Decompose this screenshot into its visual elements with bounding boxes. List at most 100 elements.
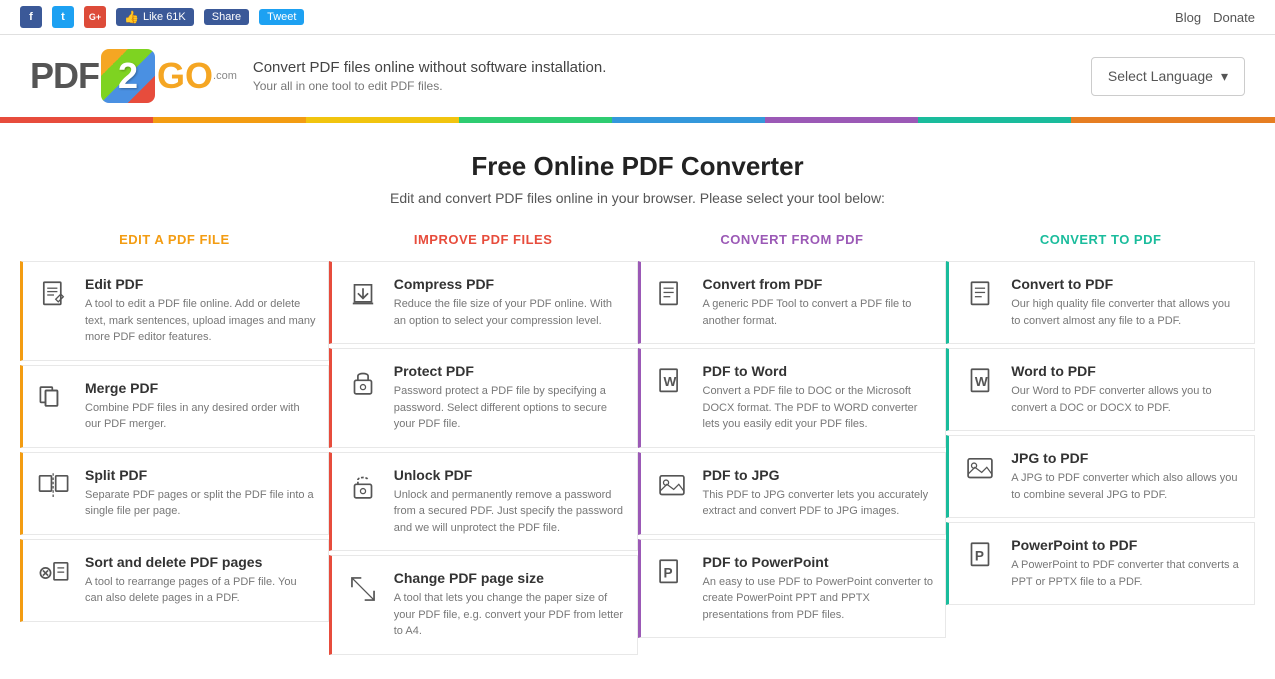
tool-card-from-0[interactable]: Convert from PDF A generic PDF Tool to co…: [638, 261, 947, 344]
site-logo[interactable]: PDF 2 GO .com: [30, 49, 237, 103]
tool-info: Convert from PDF A generic PDF Tool to co…: [703, 276, 934, 329]
tool-desc: A generic PDF Tool to convert a PDF file…: [703, 296, 934, 329]
logo-go-text: GO: [157, 55, 213, 97]
page-title: Free Online PDF Converter: [20, 151, 1255, 182]
tool-desc: This PDF to JPG converter lets you accur…: [703, 487, 934, 520]
tool-icon-to-1: W: [961, 363, 999, 401]
svg-text:W: W: [663, 374, 676, 389]
tool-card-from-3[interactable]: P PDF to PowerPoint An easy to use PDF to…: [638, 539, 947, 639]
tool-info: Convert to PDF Our high quality file conv…: [1011, 276, 1242, 329]
tool-info: Unlock PDFUnlock and permanently remove …: [394, 467, 625, 537]
tool-icon-from-1: W: [653, 363, 691, 401]
tool-icon-edit-1: [35, 380, 73, 418]
blog-link[interactable]: Blog: [1175, 10, 1201, 25]
column-header-from: Convert From PDF: [638, 222, 947, 261]
tool-desc: An easy to use PDF to PowerPoint convert…: [703, 574, 934, 624]
tool-title: PDF to PowerPoint: [703, 554, 934, 570]
tool-desc: A tool to edit a PDF file online. Add or…: [85, 296, 316, 346]
tool-info: Compress PDF Reduce the file size of your…: [394, 276, 625, 329]
tool-info: Split PDF Separate PDF pages or split the…: [85, 467, 316, 520]
column-from: Convert From PDF Convert from PDF A gener…: [638, 222, 947, 659]
tool-icon-improve-1: [344, 363, 382, 401]
tagline-area: Convert PDF files online without softwar…: [253, 59, 607, 93]
tool-card-from-2[interactable]: PDF to JPG This PDF to JPG converter lets…: [638, 452, 947, 535]
tagline-main: Convert PDF files online without softwar…: [253, 59, 607, 76]
tool-card-to-0[interactable]: Convert to PDF Our high quality file conv…: [946, 261, 1255, 344]
page-subtitle: Edit and convert PDF files online in you…: [20, 190, 1255, 206]
twitter-icon[interactable]: t: [52, 6, 74, 28]
tool-icon-edit-2: [35, 467, 73, 505]
tool-desc: A PowerPoint to PDF converter that conve…: [1011, 557, 1242, 590]
tool-card-improve-3[interactable]: Change PDF page sizeA tool that lets you…: [329, 555, 638, 655]
top-bar: f t G+ 👍 Like 61K Share Tweet Blog Donat…: [0, 0, 1275, 35]
tool-info: Edit PDFA tool to edit a PDF file online…: [85, 276, 316, 346]
tool-card-from-1[interactable]: W PDF to Word Convert a PDF file to DOC o…: [638, 348, 947, 448]
top-nav: Blog Donate: [1175, 10, 1255, 25]
tool-card-to-2[interactable]: JPG to PDF A JPG to PDF converter which a…: [946, 435, 1255, 518]
tool-info: Merge PDFCombine PDF files in any desire…: [85, 380, 316, 433]
tagline-sub: Your all in one tool to edit PDF files.: [253, 79, 607, 93]
tool-card-improve-1[interactable]: Protect PDFPassword protect a PDF file b…: [329, 348, 638, 448]
tool-info: Change PDF page sizeA tool that lets you…: [394, 570, 625, 640]
tool-title: Split PDF: [85, 467, 316, 483]
logo-pdf-text: PDF: [30, 55, 99, 97]
tool-desc: Separate PDF pages or split the PDF file…: [85, 487, 316, 520]
tool-icon-to-0: [961, 276, 999, 314]
facebook-share-button[interactable]: Share: [204, 9, 249, 25]
tool-title: PDF to JPG: [703, 467, 934, 483]
tool-card-improve-0[interactable]: Compress PDF Reduce the file size of your…: [329, 261, 638, 344]
tool-info: PowerPoint to PDFA PowerPoint to PDF con…: [1011, 537, 1242, 590]
tool-card-to-1[interactable]: W Word to PDFOur Word to PDF converter a…: [946, 348, 1255, 431]
tool-icon-improve-2: [344, 467, 382, 505]
facebook-like-button[interactable]: 👍 Like 61K: [116, 8, 194, 26]
column-header-improve: Improve PDF Files: [329, 222, 638, 261]
tool-info: Sort and delete PDF pagesA tool to rearr…: [85, 554, 316, 607]
tool-icon-from-2: [653, 467, 691, 505]
tool-info: Protect PDFPassword protect a PDF file b…: [394, 363, 625, 433]
tool-title: PDF to Word: [703, 363, 934, 379]
facebook-icon[interactable]: f: [20, 6, 42, 28]
column-header-edit: Edit a PDF File: [20, 222, 329, 261]
tool-info: PDF to Word Convert a PDF file to DOC or …: [703, 363, 934, 433]
svg-text:P: P: [975, 548, 984, 563]
tools-grid: Edit a PDF File Edit PDFA tool to edit a…: [0, 222, 1275, 679]
twitter-tweet-button[interactable]: Tweet: [259, 9, 304, 25]
tool-title: Convert to PDF: [1011, 276, 1242, 292]
tool-desc: A JPG to PDF converter which also allows…: [1011, 470, 1242, 503]
language-selector[interactable]: Select Language ▾: [1091, 57, 1245, 96]
tool-card-to-3[interactable]: P PowerPoint to PDFA PowerPoint to PDF c…: [946, 522, 1255, 605]
tool-icon-edit-3: [35, 554, 73, 592]
tool-desc: Our high quality file converter that all…: [1011, 296, 1242, 329]
svg-text:W: W: [975, 374, 988, 389]
tool-title: Compress PDF: [394, 276, 625, 292]
tool-card-improve-2[interactable]: Unlock PDFUnlock and permanently remove …: [329, 452, 638, 552]
site-header: PDF 2 GO .com Convert PDF files online w…: [0, 35, 1275, 117]
logo-2-text: 2: [118, 55, 138, 97]
google-icon[interactable]: G+: [84, 6, 106, 28]
tool-card-edit-3[interactable]: Sort and delete PDF pagesA tool to rearr…: [20, 539, 329, 622]
logo-box: 2: [101, 49, 155, 103]
tool-title: Unlock PDF: [394, 467, 625, 483]
tool-card-edit-1[interactable]: Merge PDFCombine PDF files in any desire…: [20, 365, 329, 448]
tool-icon-to-3: P: [961, 537, 999, 575]
tool-title: Merge PDF: [85, 380, 316, 396]
tool-icon-improve-0: [344, 276, 382, 314]
tool-title: Change PDF page size: [394, 570, 625, 586]
svg-text:P: P: [663, 565, 672, 580]
tool-desc: Reduce the file size of your PDF online.…: [394, 296, 625, 329]
tool-desc: Convert a PDF file to DOC or the Microso…: [703, 383, 934, 433]
logo-area: PDF 2 GO .com Convert PDF files online w…: [30, 49, 606, 103]
logo-dotcom-text: .com: [213, 70, 237, 82]
tool-desc: Password protect a PDF file by specifyin…: [394, 383, 625, 433]
tool-icon-from-3: P: [653, 554, 691, 592]
tool-title: Convert from PDF: [703, 276, 934, 292]
tool-card-edit-2[interactable]: Split PDF Separate PDF pages or split the…: [20, 452, 329, 535]
tool-title: JPG to PDF: [1011, 450, 1242, 466]
tool-info: JPG to PDF A JPG to PDF converter which a…: [1011, 450, 1242, 503]
tool-card-edit-0[interactable]: Edit PDFA tool to edit a PDF file online…: [20, 261, 329, 361]
tool-icon-from-0: [653, 276, 691, 314]
social-buttons: f t G+ 👍 Like 61K Share Tweet: [20, 6, 304, 28]
tool-icon-edit-0: [35, 276, 73, 314]
tool-desc: A tool to rearrange pages of a PDF file.…: [85, 574, 316, 607]
donate-link[interactable]: Donate: [1213, 10, 1255, 25]
